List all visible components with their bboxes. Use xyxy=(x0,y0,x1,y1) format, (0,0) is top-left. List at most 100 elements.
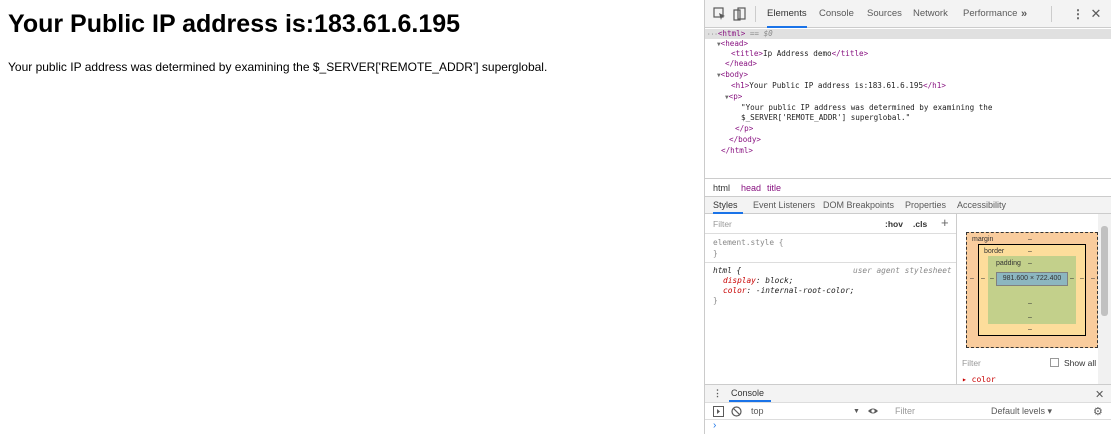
page-viewport: Your Public IP address is:183.61.6.195 Y… xyxy=(0,0,704,434)
tab-elements[interactable]: Elements xyxy=(767,0,807,28)
page-heading: Your Public IP address is:183.61.6.195 xyxy=(8,10,461,38)
sidebar-tabs: Styles Event Listeners DOM Breakpoints P… xyxy=(705,196,1111,214)
toolbar-divider xyxy=(1051,6,1052,22)
padding-right-value[interactable]: – xyxy=(1070,275,1074,282)
box-model-pane: margin – border – padding – 981.600 × 72… xyxy=(958,214,1111,384)
breadcrumb-head[interactable]: head xyxy=(741,183,761,193)
sidebar-toggle-icon[interactable] xyxy=(713,406,724,419)
console-filter-input[interactable]: Filter xyxy=(895,406,915,416)
tab-event-listeners[interactable]: Event Listeners xyxy=(753,200,815,210)
padding-top-value[interactable]: – xyxy=(1028,260,1032,267)
dom-node-head-close[interactable]: </head> xyxy=(725,59,757,70)
html-rule-close: } xyxy=(713,296,718,305)
tab-accessibility[interactable]: Accessibility xyxy=(957,200,1006,210)
border-right-value[interactable]: – xyxy=(1080,275,1084,282)
dom-node-p[interactable]: ▼<p> xyxy=(725,92,742,104)
show-all-label[interactable]: Show all xyxy=(1064,358,1096,368)
dom-node-p-close[interactable]: </p> xyxy=(735,124,753,135)
tab-styles[interactable]: Styles xyxy=(713,200,738,210)
device-toolbar-icon[interactable] xyxy=(733,7,747,21)
tab-console[interactable]: Console xyxy=(819,0,854,28)
dom-tag: </head> xyxy=(725,59,758,68)
cls-toggle[interactable]: .cls xyxy=(913,219,927,229)
padding-label: padding xyxy=(996,260,1021,267)
dom-node-html-close[interactable]: </html> xyxy=(721,146,753,157)
dom-node-h1[interactable]: <h1>Your Public IP address is:183.61.6.1… xyxy=(731,81,946,92)
eye-icon[interactable] xyxy=(867,406,879,418)
dom-tag: <body> xyxy=(720,70,749,79)
dom-node-body-close[interactable]: </body> xyxy=(729,135,761,146)
page-paragraph: Your public IP address was determined by… xyxy=(8,60,548,74)
declaration-display[interactable]: display: block; xyxy=(723,276,793,286)
dom-tag: <h1> xyxy=(731,81,750,90)
margin-label: margin xyxy=(972,236,994,243)
dom-node-body[interactable]: ▼<body> xyxy=(717,70,748,82)
computed-color-row[interactable]: ▸ color xyxy=(962,375,996,384)
margin-bottom-value[interactable]: – xyxy=(1028,326,1032,333)
scrollbar-thumb[interactable] xyxy=(1101,226,1108,316)
margin-top-value[interactable]: – xyxy=(1028,236,1032,243)
dom-selected-marker: == $0 xyxy=(749,29,773,38)
padding-bottom-value[interactable]: – xyxy=(1028,300,1032,307)
dom-tag: </title> xyxy=(831,49,869,58)
tab-dom-breakpoints[interactable]: DOM Breakpoints xyxy=(823,200,894,210)
close-drawer-icon[interactable]: ✕ xyxy=(1095,388,1104,401)
border-label: border xyxy=(984,248,1005,255)
devtools-panel: Elements Console Sources Network Perform… xyxy=(704,0,1111,434)
dom-text: Your Public IP address is:183.61.6.195 xyxy=(749,81,924,90)
dom-tag: <p> xyxy=(728,92,743,101)
drawer-menu-icon[interactable]: ⋮ xyxy=(713,388,722,399)
margin-left-value[interactable]: – xyxy=(970,275,974,282)
tab-console-drawer[interactable]: Console xyxy=(731,388,764,398)
console-drawer-header: ⋮ Console ✕ xyxy=(705,384,1111,402)
dom-tag: <head> xyxy=(720,39,749,48)
dom-tag: </h1> xyxy=(923,81,946,90)
kebab-menu-icon[interactable]: ⋮ xyxy=(1071,7,1085,21)
content-size: 981.600 × 722.400 xyxy=(1002,275,1062,282)
dom-text-line-2[interactable]: $_SERVER['REMOTE_ADDR'] superglobal." xyxy=(741,113,910,124)
dom-tag: </p> xyxy=(735,124,754,133)
context-selector[interactable]: top xyxy=(751,406,764,416)
border-top-value[interactable]: – xyxy=(1028,248,1032,255)
chevron-down-icon[interactable]: ▼ xyxy=(853,408,860,415)
more-tabs-button[interactable]: » xyxy=(1021,0,1027,28)
styles-filter-input[interactable]: Filter xyxy=(713,219,732,229)
tab-sources[interactable]: Sources xyxy=(867,0,902,28)
close-icon[interactable]: ✕ xyxy=(1089,7,1103,21)
scrollbar[interactable] xyxy=(1098,214,1111,384)
styles-pane: Filter :hov .cls + element.style { } htm… xyxy=(705,214,957,384)
tab-network[interactable]: Network xyxy=(913,0,948,28)
gear-icon[interactable]: ⚙ xyxy=(1093,405,1103,418)
padding-left-value[interactable]: – xyxy=(990,275,994,282)
breadcrumb-title[interactable]: title xyxy=(767,183,781,193)
element-style-close: } xyxy=(713,249,718,258)
console-prompt[interactable]: › xyxy=(713,420,716,431)
css-value: block; xyxy=(765,276,794,285)
console-toolbar: top ▼ Filter Default levels ▾ ⚙ xyxy=(705,402,1111,420)
dom-node-title[interactable]: <title>Ip Address demo</title> xyxy=(731,49,868,60)
new-rule-button[interactable]: + xyxy=(941,215,949,230)
dom-tag: <title> xyxy=(731,49,764,58)
declaration-color[interactable]: color: -internal-root-color; xyxy=(723,286,854,296)
clear-console-icon[interactable] xyxy=(731,406,742,419)
inspect-element-icon[interactable] xyxy=(713,7,727,21)
element-style-selector[interactable]: element.style { xyxy=(713,238,783,248)
breadcrumb-html[interactable]: html xyxy=(713,183,730,193)
show-all-checkbox[interactable] xyxy=(1050,358,1059,367)
user-agent-stylesheet-label: user agent stylesheet xyxy=(853,266,952,275)
log-levels-dropdown[interactable]: Default levels ▾ xyxy=(991,406,1052,417)
html-rule-selector[interactable]: html { xyxy=(713,266,741,276)
hov-toggle[interactable]: :hov xyxy=(885,219,903,229)
breadcrumb: html head title xyxy=(705,178,1111,196)
styles-filter-row: Filter :hov .cls + xyxy=(705,214,956,234)
tab-performance[interactable]: Performance xyxy=(963,0,1017,28)
border-bottom-value[interactable]: – xyxy=(1028,314,1032,321)
dom-text-line-1[interactable]: "Your public IP address was determined b… xyxy=(741,103,992,114)
dom-tag: </body> xyxy=(729,135,762,144)
computed-filter-input[interactable]: Filter xyxy=(962,358,981,368)
border-left-value[interactable]: – xyxy=(981,275,985,282)
tab-properties[interactable]: Properties xyxy=(905,200,946,210)
dom-text: Ip Address demo xyxy=(763,49,832,58)
margin-right-value[interactable]: – xyxy=(1091,275,1095,282)
toolbar-divider xyxy=(755,6,756,22)
